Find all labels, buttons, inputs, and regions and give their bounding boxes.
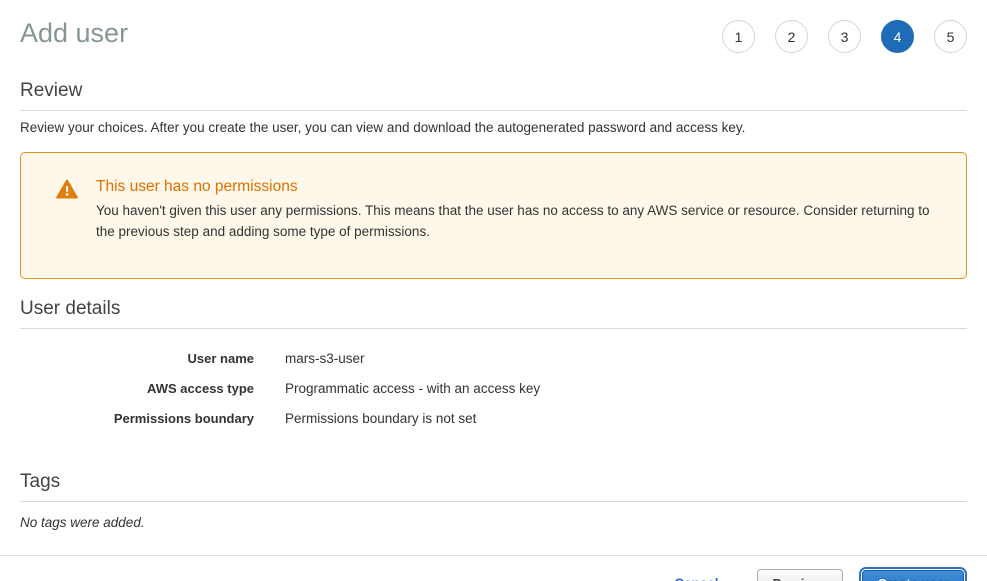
previous-button[interactable]: Previous — [757, 569, 844, 581]
user-details-divider — [20, 328, 967, 329]
step-indicator: 1 2 3 4 5 — [722, 16, 967, 53]
tags-empty-message: No tags were added. — [20, 515, 967, 530]
user-details-section: User details User name mars-s3-user AWS … — [20, 298, 967, 434]
detail-label: AWS access type — [20, 381, 254, 396]
add-user-page: Add user 1 2 3 4 5 Review Review your ch… — [0, 0, 987, 530]
footer-actions: Cancel Previous Create user — [0, 555, 987, 581]
step-1[interactable]: 1 — [722, 20, 755, 53]
detail-row-user-name: User name mars-s3-user — [20, 344, 967, 374]
detail-value: mars-s3-user — [285, 351, 365, 366]
step-5[interactable]: 5 — [934, 20, 967, 53]
tags-heading: Tags — [20, 471, 967, 493]
create-user-focus-ring: Create user — [859, 567, 967, 581]
detail-row-access-type: AWS access type Programmatic access - wi… — [20, 374, 967, 404]
step-3[interactable]: 3 — [828, 20, 861, 53]
detail-label: Permissions boundary — [20, 411, 254, 426]
warning-content: This user has no permissions You haven't… — [96, 178, 931, 242]
step-4-active[interactable]: 4 — [881, 20, 914, 53]
page-title: Add user — [20, 16, 128, 50]
page-header: Add user 1 2 3 4 5 — [20, 0, 967, 53]
no-permissions-warning-box: This user has no permissions You haven't… — [20, 152, 967, 279]
warning-triangle-icon — [56, 179, 78, 199]
tags-section: Tags No tags were added. — [20, 471, 967, 530]
review-divider — [20, 110, 967, 111]
review-heading: Review — [20, 80, 967, 102]
user-details-heading: User details — [20, 298, 967, 320]
step-2[interactable]: 2 — [775, 20, 808, 53]
detail-value: Programmatic access - with an access key — [285, 381, 540, 396]
detail-label: User name — [20, 351, 254, 366]
detail-value: Permissions boundary is not set — [285, 411, 476, 426]
review-description: Review your choices. After you create th… — [20, 120, 967, 135]
warning-title: This user has no permissions — [96, 178, 931, 196]
cancel-button[interactable]: Cancel — [674, 576, 718, 581]
detail-row-permissions-boundary: Permissions boundary Permissions boundar… — [20, 404, 967, 434]
tags-divider — [20, 501, 967, 502]
review-section: Review Review your choices. After you cr… — [20, 80, 967, 135]
create-user-button[interactable]: Create user — [862, 570, 964, 581]
warning-body: You haven't given this user any permissi… — [96, 200, 931, 242]
user-details-rows: User name mars-s3-user AWS access type P… — [20, 344, 967, 434]
